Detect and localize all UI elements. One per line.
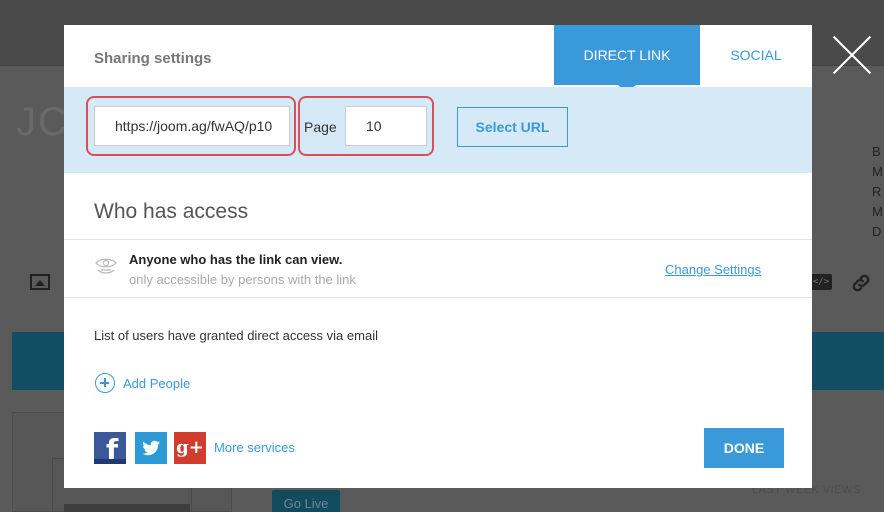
facebook-icon-strip bbox=[94, 459, 126, 464]
go-live-button: Go Live bbox=[272, 490, 340, 512]
sharing-settings-modal: Sharing settings DIRECT LINK SOCIAL http… bbox=[64, 25, 812, 488]
embed-code-icon: </> bbox=[810, 274, 832, 290]
close-icon[interactable] bbox=[832, 35, 872, 75]
select-url-button[interactable]: Select URL bbox=[457, 107, 568, 147]
more-services-link[interactable]: More services bbox=[214, 440, 295, 455]
background-side-labels: B M R M D bbox=[872, 142, 883, 242]
divider bbox=[64, 239, 812, 240]
change-settings-link[interactable]: Change Settings bbox=[665, 262, 761, 277]
users-list-text: List of users have granted direct access… bbox=[94, 328, 378, 343]
access-heading: Who has access bbox=[94, 200, 249, 223]
page-number-field[interactable]: 10 bbox=[345, 106, 427, 146]
link-icon bbox=[850, 272, 872, 299]
add-people-button[interactable]: Add People bbox=[95, 372, 190, 394]
background-side-label: B bbox=[872, 144, 881, 159]
google-plus-icon: g+ bbox=[176, 437, 204, 458]
image-icon bbox=[30, 274, 50, 290]
plus-circle-icon bbox=[95, 373, 115, 393]
twitter-icon bbox=[142, 440, 160, 456]
modal-title: Sharing settings bbox=[94, 50, 212, 67]
done-button[interactable]: DONE bbox=[704, 428, 784, 468]
divider bbox=[64, 297, 812, 298]
background-side-label: D bbox=[872, 224, 882, 239]
twitter-share-button[interactable] bbox=[135, 432, 167, 464]
background-side-label: R bbox=[872, 184, 882, 199]
tab-direct-link[interactable]: DIRECT LINK bbox=[554, 25, 700, 93]
google-plus-share-button[interactable]: g+ bbox=[174, 432, 206, 464]
tab-social[interactable]: SOCIAL bbox=[700, 25, 812, 85]
access-subtext: only accessible by persons with the link bbox=[129, 272, 356, 287]
background-side-label: M bbox=[872, 204, 883, 219]
modal-header: Sharing settings DIRECT LINK SOCIAL bbox=[64, 25, 812, 93]
direct-link-panel: https://joom.ag/fwAQ/p10 Page 10 Select … bbox=[64, 87, 812, 173]
page-label: Page bbox=[304, 119, 337, 135]
access-description: Anyone who has the link can view. bbox=[129, 252, 343, 267]
background-card-strip bbox=[64, 504, 190, 512]
background-title: JC bbox=[16, 100, 69, 144]
facebook-share-button[interactable]: f bbox=[94, 432, 126, 466]
eye-icon bbox=[94, 255, 118, 277]
background-side-label: M bbox=[872, 164, 883, 179]
add-people-label: Add People bbox=[123, 375, 191, 391]
url-field[interactable]: https://joom.ag/fwAQ/p10 bbox=[94, 106, 290, 146]
